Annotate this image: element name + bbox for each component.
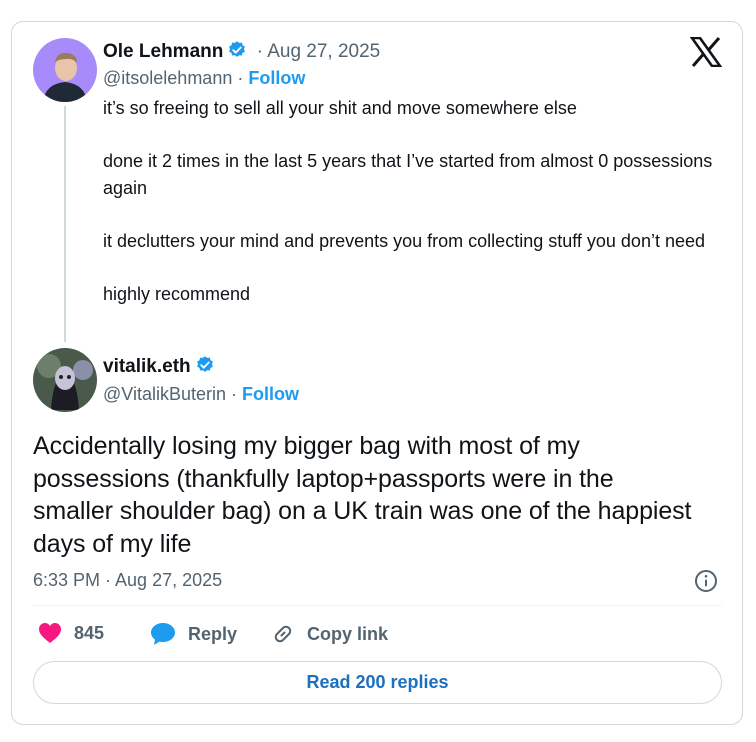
post-timestamp[interactable]: 6:33 PM · Aug 27, 2025 (33, 570, 222, 591)
paragraph: highly recommend (103, 283, 251, 304)
x-logo-icon[interactable] (689, 36, 723, 72)
main-tweet-text: Accidentally losing my bigger bag with m… (33, 432, 692, 558)
speech-bubble-icon (151, 623, 175, 645)
link-icon (274, 625, 292, 643)
copy-link-button[interactable]: Copy link (271, 622, 388, 646)
thread-connector-line (64, 106, 66, 342)
separator-dot: · (237, 68, 244, 88)
paragraph: it declutters your mind and prevents you… (103, 230, 705, 251)
author-name[interactable]: vitalik.eth (103, 356, 191, 377)
read-replies-button[interactable]: Read 200 replies (33, 661, 722, 704)
heart-icon (39, 623, 61, 643)
like-count: 845 (74, 622, 105, 643)
reply-button[interactable]: Reply (150, 622, 237, 646)
follow-link[interactable]: Follow (242, 384, 299, 404)
reply-label: Reply (188, 623, 238, 644)
avatar-ole-lehmann[interactable] (33, 38, 97, 102)
separator-dot: · (231, 384, 238, 404)
paragraph: it’s so freeing to sell all your shit an… (103, 98, 577, 118)
read-replies-label: Read 200 replies (306, 672, 449, 692)
info-icon[interactable] (694, 569, 718, 598)
verified-badge-icon (195, 355, 215, 381)
follow-link[interactable]: Follow (248, 68, 305, 88)
avatar-vitalik[interactable] (33, 348, 97, 412)
main-handle-row: @VitalikButerin · Follow (103, 384, 299, 405)
quoted-handle-row: @itsolelehmann · Follow (103, 68, 305, 89)
like-button[interactable]: 845 (38, 622, 104, 644)
main-author-row: vitalik.eth (103, 355, 215, 381)
verified-badge-icon (227, 40, 247, 66)
author-name[interactable]: Ole Lehmann (103, 41, 223, 62)
post-date[interactable]: · Aug 27, 2025 (257, 41, 381, 62)
quoted-author-row: Ole Lehmann · Aug 27, 2025 (103, 40, 380, 66)
quoted-tweet-text: it’s so freeing to sell all your shit an… (103, 95, 723, 334)
divider (33, 605, 722, 606)
copy-link-label: Copy link (307, 623, 389, 644)
author-handle[interactable]: @VitalikButerin (103, 384, 226, 404)
author-handle[interactable]: @itsolelehmann (103, 68, 232, 88)
paragraph: done it 2 times in the last 5 years that… (103, 151, 713, 198)
